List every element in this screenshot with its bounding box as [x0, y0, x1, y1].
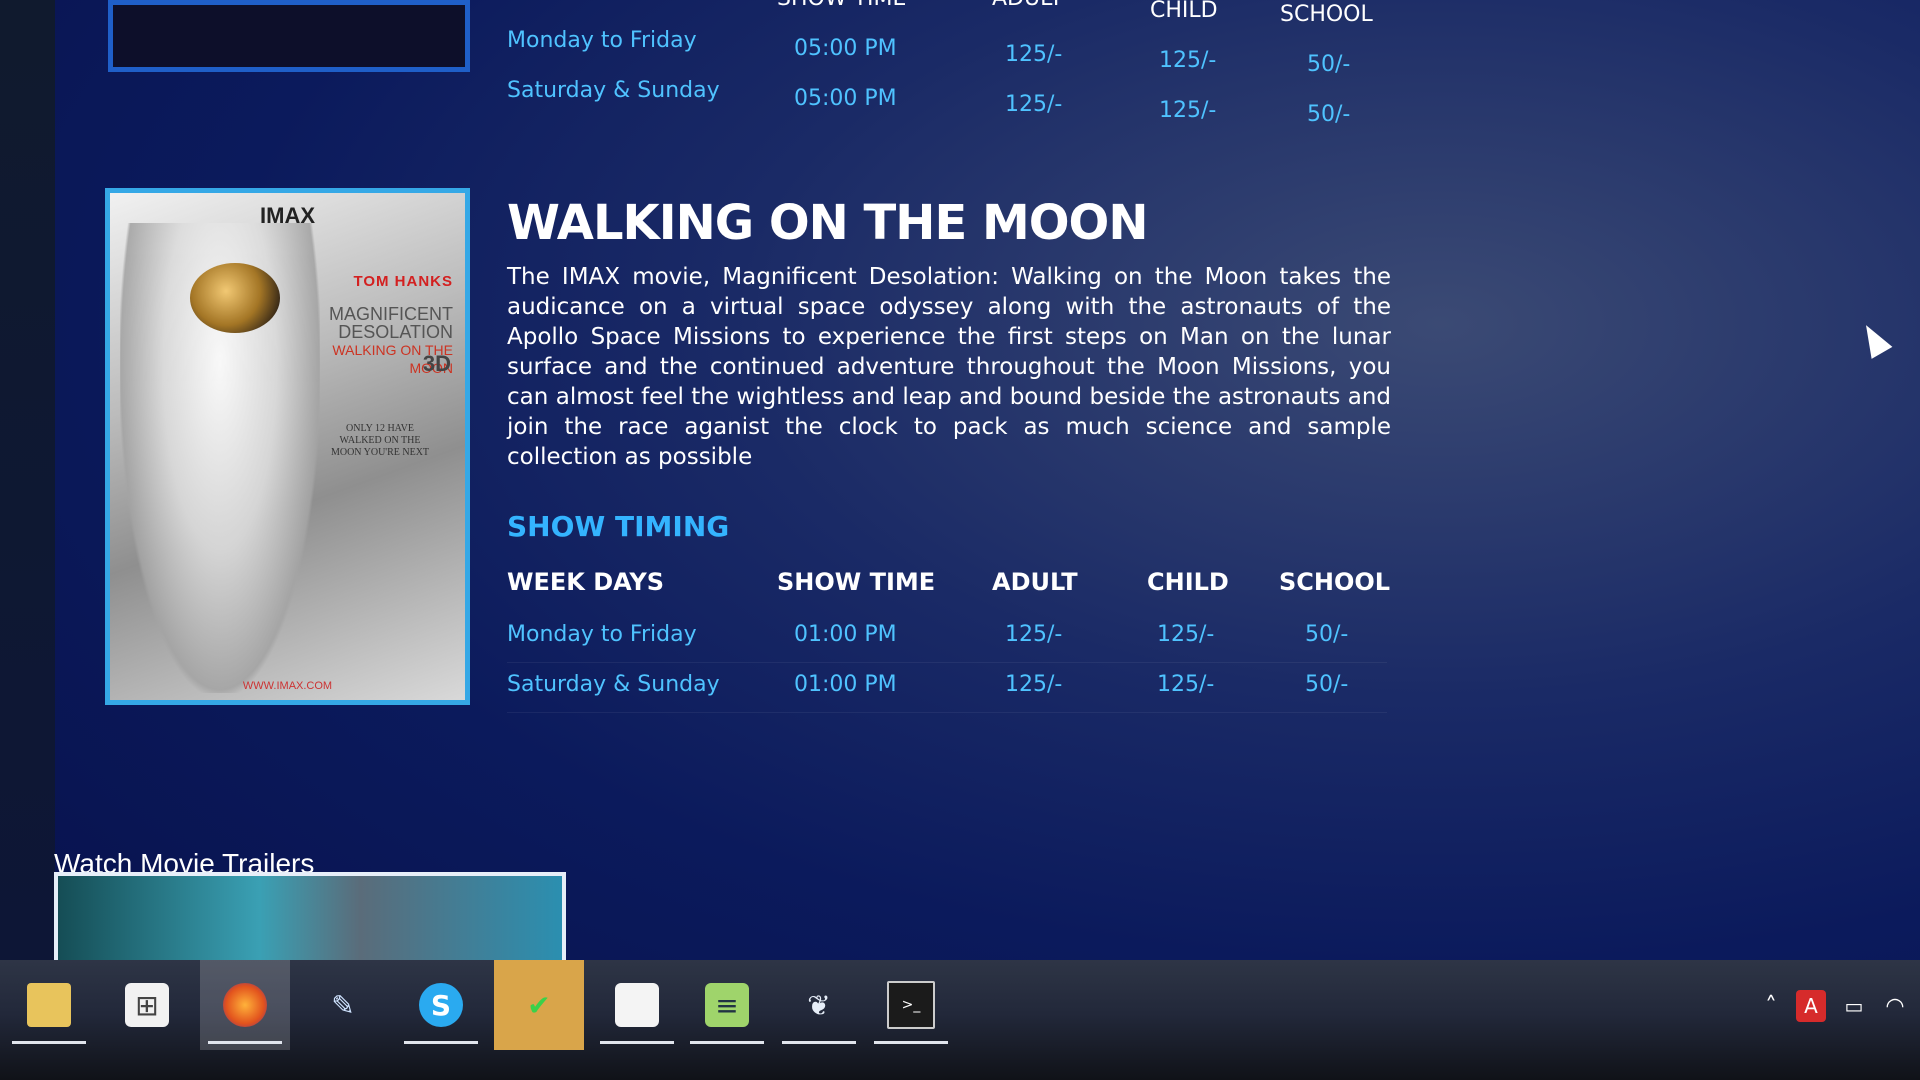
movie-poster[interactable]: IMAX TOM HANKS MAGNIFICENT DESOLATION WA…	[105, 188, 470, 705]
poster-tagline: ONLY 12 HAVE WALKED ON THE MOON YOU'RE N…	[330, 423, 430, 458]
poster-title-line1: MAGNIFICENT	[329, 304, 453, 324]
active-indicator	[600, 1041, 674, 1044]
poster-url: WWW.IMAX.COM	[242, 680, 333, 692]
taskbar-command-prompt[interactable]: >_	[866, 960, 956, 1050]
skype-icon: S	[419, 983, 463, 1027]
header-week-days: WEEK DAYS	[507, 568, 665, 596]
visor-graphic	[190, 263, 280, 333]
row-child: 125/-	[1157, 622, 1215, 647]
header-adult: ADULT	[992, 0, 1063, 11]
row-adult: 125/-	[1005, 622, 1063, 647]
row-time: 05:00 PM	[794, 86, 897, 111]
active-indicator	[12, 1041, 86, 1044]
header-show-time: SHOW TIME	[777, 0, 906, 11]
poster-format: 3D	[422, 351, 451, 376]
movie-title: WALKING ON THE MOON	[507, 195, 1149, 251]
taskbar-chat[interactable]: ✔	[494, 960, 584, 1050]
header-child: CHILD	[1147, 568, 1229, 596]
movie-description: The IMAX movie, Magnificent Desolation: …	[507, 264, 1391, 470]
notepad-icon: ≡	[705, 983, 749, 1027]
acrobat-icon[interactable]: A	[1796, 990, 1826, 1022]
row-divider	[507, 662, 1387, 663]
row-child: 125/-	[1159, 48, 1217, 73]
header-school: SCHOOL	[1280, 2, 1373, 27]
taskbar-sticky-notes[interactable]	[592, 960, 682, 1050]
row-school: 50/-	[1305, 672, 1349, 697]
taskbar-bird-app[interactable]: ❦	[774, 960, 864, 1050]
bird-icon: ❦	[807, 988, 831, 1022]
poster-logo: IMAX	[260, 203, 315, 228]
firefox-icon	[223, 983, 267, 1027]
row-divider	[507, 712, 1387, 713]
row-school: 50/-	[1307, 52, 1351, 77]
mouse-cursor-icon	[1855, 319, 1893, 359]
row-time: 01:00 PM	[794, 622, 897, 647]
chat-check-icon: ✔	[527, 988, 551, 1022]
terminal-icon: >_	[887, 981, 935, 1029]
row-school: 50/-	[1307, 102, 1351, 127]
row-adult: 125/-	[1005, 92, 1063, 117]
row-day: Saturday & Sunday	[507, 672, 720, 697]
row-time: 05:00 PM	[794, 36, 897, 61]
header-show-time: SHOW TIME	[777, 568, 936, 596]
trailer-thumbnail[interactable]	[54, 872, 566, 972]
active-indicator	[690, 1041, 764, 1044]
folder-icon	[27, 983, 71, 1027]
active-indicator	[404, 1041, 478, 1044]
active-indicator	[874, 1041, 948, 1044]
row-adult: 125/-	[1005, 672, 1063, 697]
battery-icon[interactable]: ▭	[1836, 990, 1872, 1022]
previous-movie-poster[interactable]	[108, 0, 470, 72]
chevron-up-icon[interactable]: ˄	[1756, 990, 1786, 1022]
astronaut-image	[120, 223, 320, 693]
wifi-icon[interactable]: ◠	[1880, 990, 1910, 1022]
header-school: SCHOOL	[1279, 568, 1391, 596]
header-child: CHILD	[1150, 0, 1218, 23]
pen-notes-icon: ✎	[331, 988, 355, 1022]
row-time: 01:00 PM	[794, 672, 897, 697]
taskbar: ⊞ ✎ S ✔ ≡ ❦ >_ ˄ A ▭ ◠	[0, 960, 1920, 1080]
show-timing-heading: SHOW TIMING	[507, 510, 730, 543]
left-strip	[0, 0, 55, 970]
windows-store-icon: ⊞	[125, 983, 169, 1027]
taskbar-skype[interactable]: S	[396, 960, 486, 1050]
taskbar-file-explorer[interactable]	[4, 960, 94, 1050]
row-adult: 125/-	[1005, 42, 1063, 67]
row-day: Monday to Friday	[507, 622, 697, 647]
sticky-note-icon	[615, 983, 659, 1027]
row-day: Monday to Friday	[507, 28, 697, 53]
browser-page: SHOW TIME ADULT CHILD SCHOOL Monday to F…	[0, 0, 1920, 1080]
row-school: 50/-	[1305, 622, 1349, 647]
header-adult: ADULT	[992, 568, 1078, 596]
taskbar-notepad[interactable]: ≡	[682, 960, 772, 1050]
poster-title-line2: DESOLATION	[338, 322, 453, 342]
poster-actor: TOM HANKS	[353, 273, 453, 290]
row-child: 125/-	[1159, 98, 1217, 123]
row-child: 125/-	[1157, 672, 1215, 697]
row-day: Saturday & Sunday	[507, 78, 720, 103]
taskbar-store[interactable]: ⊞	[102, 960, 192, 1050]
active-indicator	[782, 1041, 856, 1044]
taskbar-firefox[interactable]	[200, 960, 290, 1050]
taskbar-notes[interactable]: ✎	[298, 960, 388, 1050]
active-indicator	[208, 1041, 282, 1044]
